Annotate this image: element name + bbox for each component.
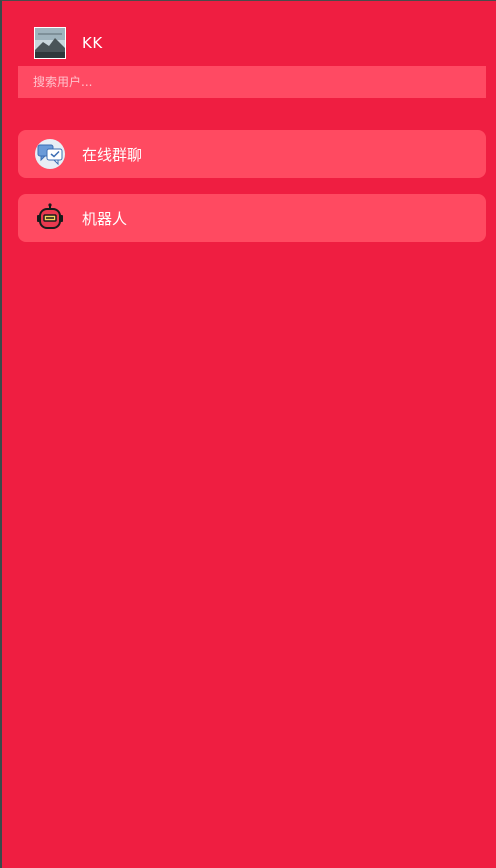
avatar[interactable] bbox=[34, 27, 66, 59]
chat-item-group[interactable]: 在线群聊 bbox=[18, 130, 486, 178]
chat-item-label: 机器人 bbox=[82, 209, 128, 228]
user-header: KK bbox=[34, 26, 103, 60]
chat-list: 在线群聊 机器人 bbox=[18, 130, 486, 258]
robot-icon bbox=[34, 202, 66, 234]
landscape-avatar-icon bbox=[35, 28, 65, 58]
search-input[interactable] bbox=[18, 66, 486, 98]
chat-item-robot[interactable]: 机器人 bbox=[18, 194, 486, 242]
chat-sidebar: KK 在线群聊 bbox=[0, 0, 496, 868]
chat-item-label: 在线群聊 bbox=[82, 145, 143, 164]
group-chat-icon bbox=[34, 138, 66, 170]
username: KK bbox=[82, 34, 103, 52]
